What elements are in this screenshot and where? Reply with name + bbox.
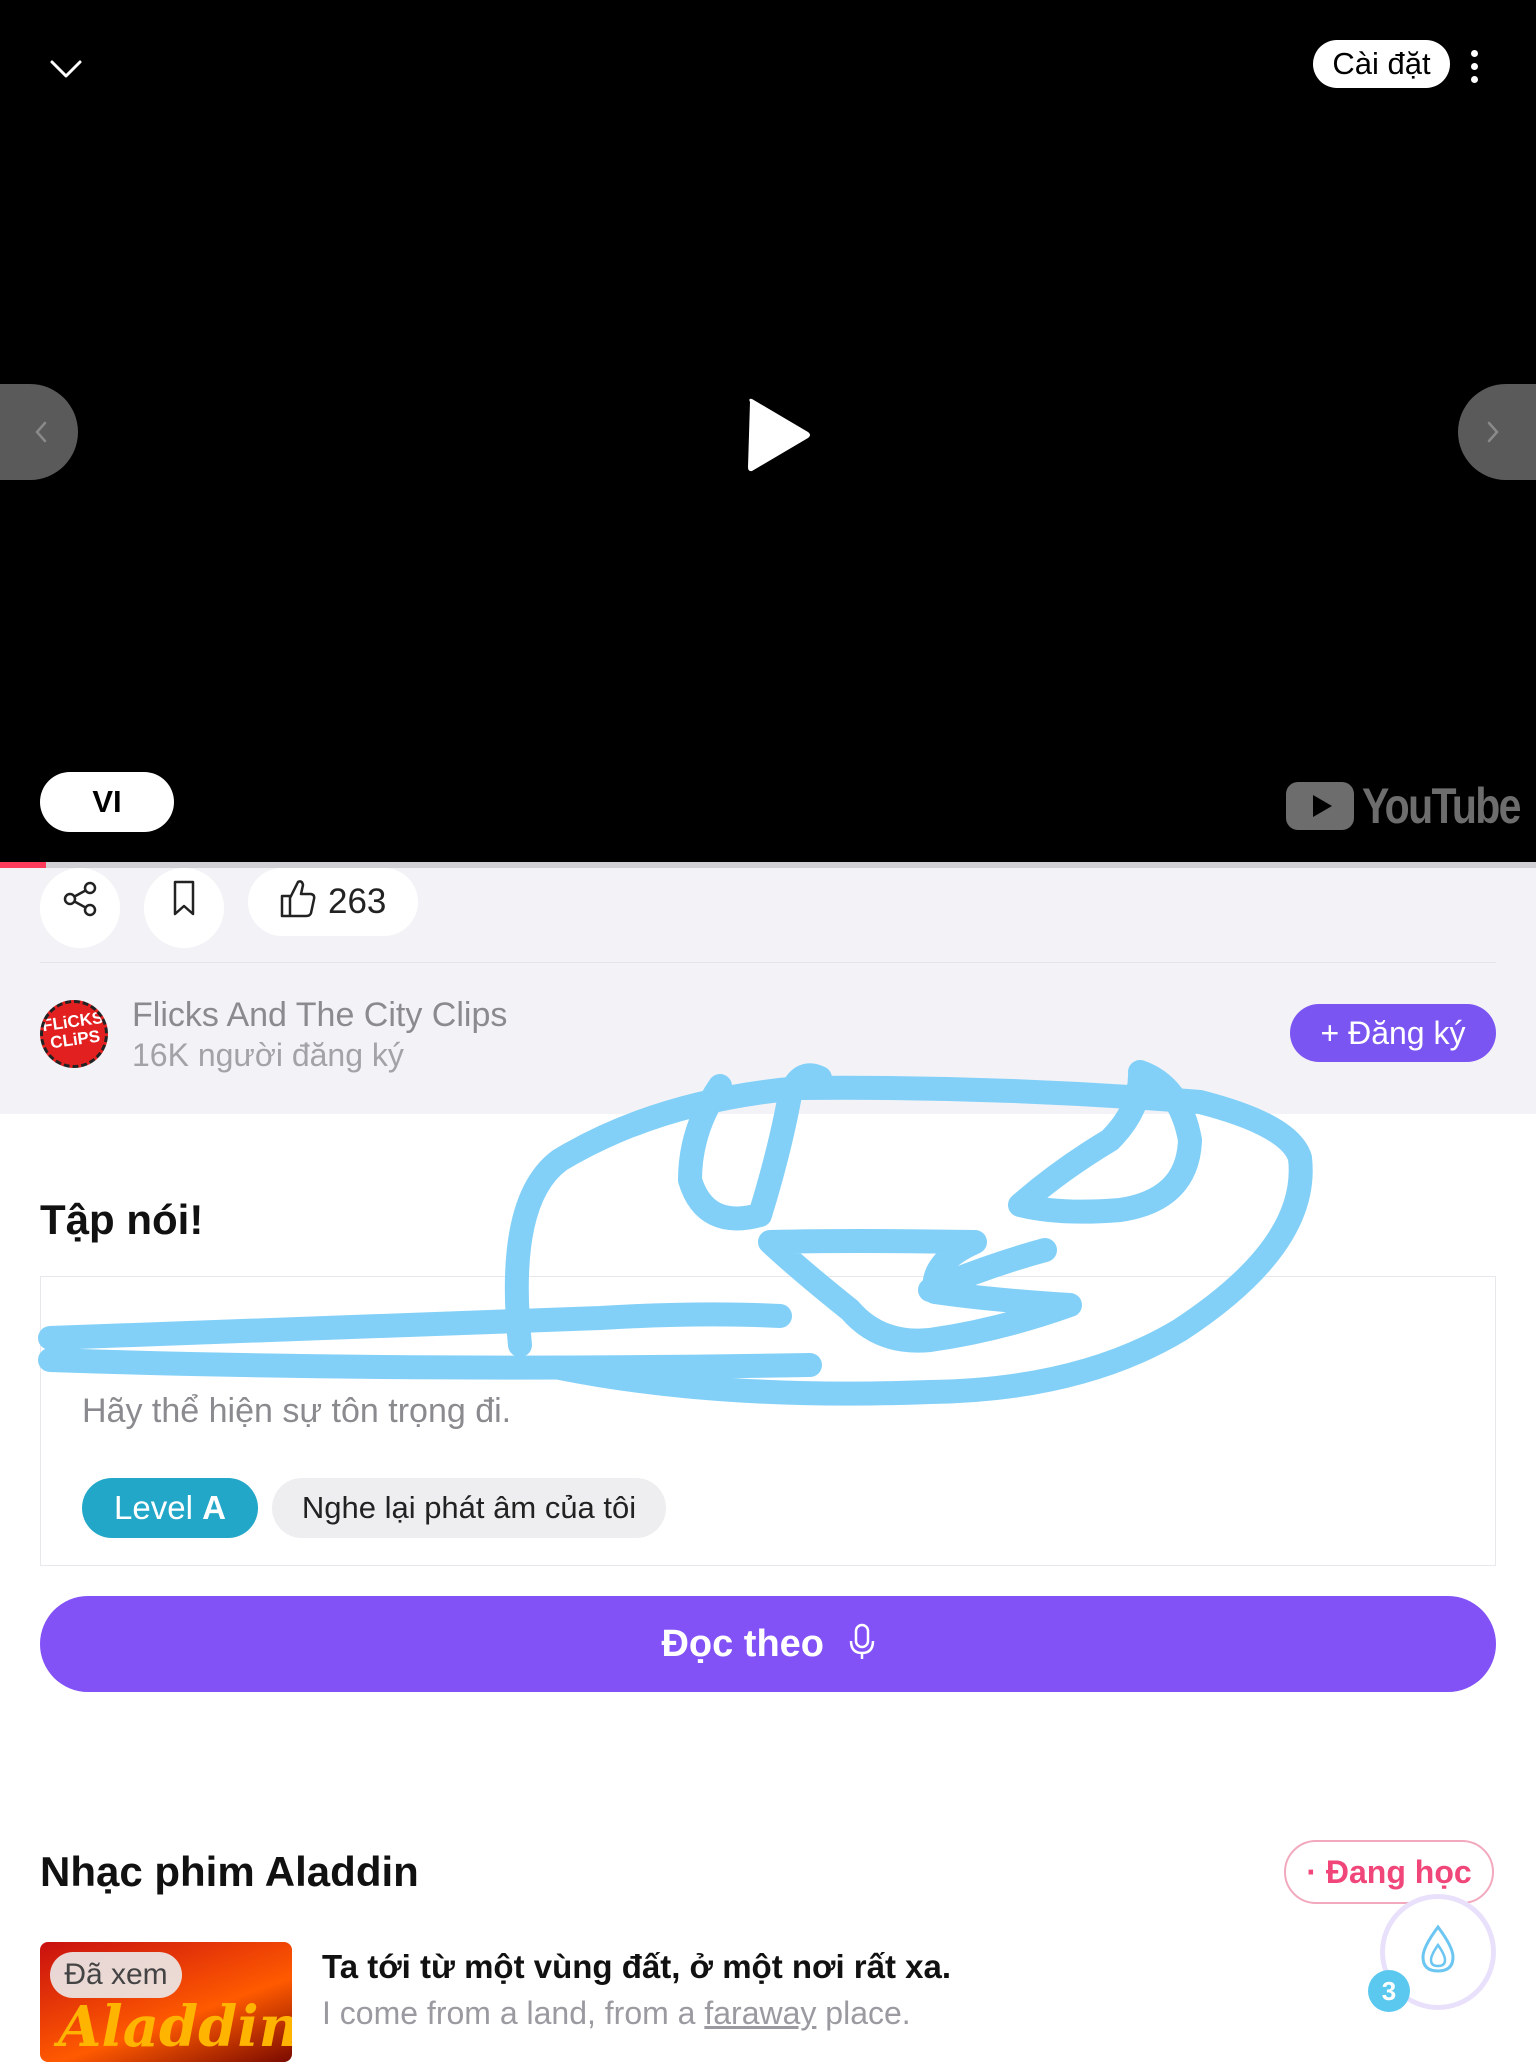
thumbs-up-icon xyxy=(280,880,316,918)
bookmark-icon xyxy=(173,880,195,916)
highlighted-word[interactable]: faraway xyxy=(704,1995,816,2031)
read-along-button[interactable]: Đọc theo xyxy=(40,1596,1496,1692)
clip-title-english-part: I come from a land, from a xyxy=(322,1995,705,2031)
share-icon xyxy=(63,881,97,917)
streak-count-badge: 3 xyxy=(1368,1970,1410,2012)
clip-title-vietnamese[interactable]: Ta tới từ một vùng đất, ở một nơi rất xa… xyxy=(322,1948,951,1986)
channel-avatar-logo: FLiCKS CLiPS xyxy=(40,1007,105,1053)
video-info-panel: 263 xyxy=(0,868,1536,1114)
chevron-left-icon xyxy=(35,421,47,443)
thumbnail-title-art: Aladdin xyxy=(58,1994,292,2060)
channel-name[interactable]: Flicks And The City Clips xyxy=(132,996,507,1035)
speak-section-title: Tập nói! xyxy=(40,1196,204,1243)
collapse-chevron-down-icon[interactable] xyxy=(40,50,92,90)
settings-button[interactable]: Cài đặt xyxy=(1313,40,1450,88)
clip-title-english-part: place. xyxy=(816,1995,911,2031)
share-button[interactable] xyxy=(40,868,120,948)
channel-avatar[interactable]: FLiCKS CLiPS xyxy=(40,1000,108,1068)
read-along-label: Đọc theo xyxy=(661,1623,824,1665)
like-count: 263 xyxy=(328,882,387,921)
playlist-title: Nhạc phim Aladdin xyxy=(40,1848,419,1895)
channel-subscriber-count: 16K người đăng ký xyxy=(132,1037,404,1073)
level-badge[interactable]: Level A xyxy=(82,1478,258,1538)
bookmark-button[interactable] xyxy=(144,868,224,948)
subscribe-button[interactable]: + Đăng ký xyxy=(1290,1004,1496,1062)
more-options-icon[interactable] xyxy=(1460,44,1490,88)
youtube-logo: YouTube xyxy=(1286,778,1521,834)
level-prefix: Level xyxy=(114,1489,193,1526)
play-icon[interactable] xyxy=(730,390,820,480)
studying-status-badge[interactable]: · Đang học xyxy=(1284,1840,1494,1904)
level-value: A xyxy=(202,1489,226,1526)
replay-my-pronunciation-button[interactable]: Nghe lại phát âm của tôi xyxy=(272,1478,666,1538)
youtube-wordmark: YouTube xyxy=(1362,778,1521,834)
like-button[interactable]: 263 xyxy=(248,868,418,936)
chevron-right-icon xyxy=(1487,421,1499,443)
clip-title-english[interactable]: I come from a land, from a faraway place… xyxy=(322,1995,911,2032)
microphone-icon xyxy=(849,1623,874,1659)
divider xyxy=(40,962,1496,963)
subtitle-language-button[interactable]: VI xyxy=(40,772,174,832)
watched-badge: Đã xem xyxy=(50,1952,182,1998)
speak-sentence: Hãy thể hiện sự tôn trọng đi. xyxy=(82,1392,512,1430)
youtube-play-icon xyxy=(1286,782,1354,830)
